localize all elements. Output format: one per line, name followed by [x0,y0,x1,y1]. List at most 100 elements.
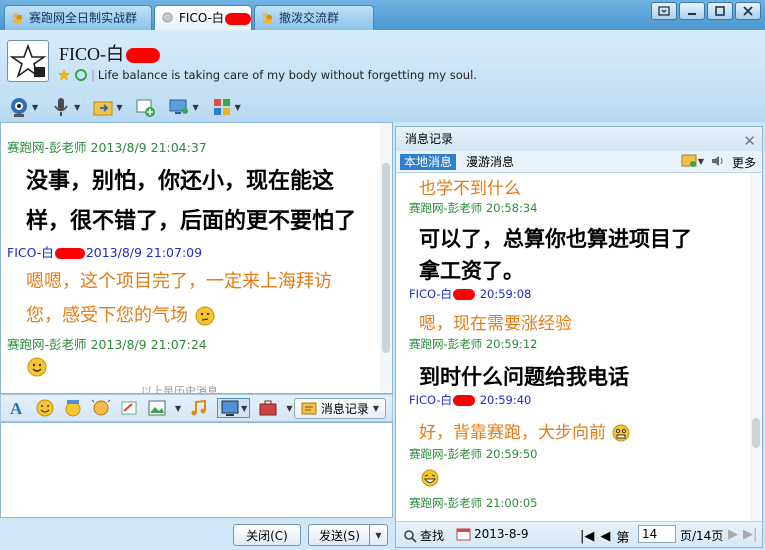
editor-toolbar: A ▼ ▼ ▼ 消息记录 ▼ [0,394,393,422]
group-icon [262,12,273,24]
shake-window-icon[interactable] [91,398,111,418]
thinking-emoji-icon [195,306,215,326]
last-page-icon[interactable]: ▶| [743,527,757,542]
message-record-label: 消息记录 [320,402,369,416]
history-filter-button[interactable]: ▼ [681,154,704,168]
separator: | [91,68,95,82]
history-message-text: 到时什么问题给我电话 [419,365,629,389]
history-date: 2013-8-9 [474,527,529,541]
message-record-button[interactable]: 消息记录 ▼ [293,398,386,419]
next-page-icon[interactable]: ▶ [728,527,738,542]
history-message-text: 嗯，现在需要涨经验 [419,314,572,334]
create-discussion-button[interactable] [134,95,156,119]
message-header: 赛跑网-彭老师 2013/8/9 21:04:37 [7,137,207,156]
chevron-down-icon: ▼ [372,404,379,413]
message-text: 嗯嗯，这个项目完了，一定来上海拜访 [26,271,332,292]
magic-emoji-icon[interactable] [63,398,83,418]
apps-button[interactable]: ▼ [211,95,241,119]
page-suffix: 页/14页 [680,529,724,543]
volume-button[interactable] [710,154,726,171]
search-label: 查找 [420,529,445,543]
search-history-button[interactable]: 查找 [403,527,444,544]
contact-name-text: FICO-白 [59,44,125,64]
send-file-button[interactable]: ▼ [92,95,122,119]
history-time: 20:59:50 [485,447,538,461]
remote-assist-button[interactable]: ▼ [168,95,199,119]
calendar-icon [456,528,471,541]
scroll-thumb[interactable] [382,163,390,353]
refresh-icon[interactable] [74,68,88,82]
close-history-icon[interactable]: ✕ [743,129,756,153]
page-number-input[interactable] [638,525,676,543]
history-sender: FICO-白 [409,393,453,407]
window-menu-button[interactable] [651,2,677,20]
close-window-button[interactable] [735,2,761,20]
tab-group-chat-2[interactable]: 撤泼交流群 [254,5,374,30]
tab-bar: 赛跑网全日制实战群 FICO-白 撤泼交流群 [0,0,765,30]
emoji-icon[interactable] [35,398,55,418]
svg-text:A: A [10,399,23,418]
font-icon[interactable]: A [7,398,27,418]
send-button[interactable]: 发送(S) ▼ [308,524,388,546]
star-avatar-icon [9,43,47,79]
message-sender: FICO-白 [7,245,54,260]
chevron-down-icon: ▼ [32,102,39,112]
send-options-dropdown[interactable]: ▼ [369,525,387,545]
laugh-emoji-icon [421,469,439,487]
history-sender: FICO-白 [409,287,453,301]
previous-page-icon[interactable]: ◀ [600,529,610,544]
doodle-icon[interactable] [119,398,139,418]
message-text: 您，感受下您的气场 [26,301,216,327]
chat-scrollbar[interactable] [380,123,392,393]
message-text: 样，很不错了，后面的更不要怕了 [26,209,357,234]
chevron-down-icon: ▼ [234,102,241,112]
chevron-down-icon: ▼ [74,102,81,112]
chat-message-area[interactable]: 赛跑网-彭老师 2013/8/9 21:04:37 没事，别怕，你还小，现在能这… [0,122,393,394]
search-icon [404,529,417,543]
history-panel-title: 消息记录 ✕ [396,127,762,151]
image-icon[interactable] [147,398,167,418]
message-filter-icon [681,154,697,167]
music-icon[interactable] [189,398,209,418]
message-time: 2013/8/9 21:07:09 [85,245,203,260]
chevron-down-icon[interactable]: ▼ [175,404,181,413]
history-messages-link[interactable]: 以上是历史消息 [141,383,218,393]
speaker-icon [712,156,723,166]
date-picker-button[interactable]: 2013-8-9 [456,527,528,541]
chevron-down-icon[interactable]: ▼ [286,404,292,413]
contact-header: FICO-白 | Life balance is taking care of … [0,30,765,92]
history-time: 20:59:12 [485,337,538,351]
history-time: 20:59:40 [479,393,532,407]
tab-local-messages[interactable]: 本地消息 [400,154,457,170]
history-message-header: 赛跑网-彭老师 20:59:50 [409,446,537,462]
voice-call-button[interactable]: ▼ [50,95,80,119]
history-scrollbar[interactable] [750,173,762,521]
history-sender: 赛跑网-彭老师 [409,337,483,351]
video-call-button[interactable]: ▼ [8,95,38,119]
bottom-button-bar: 关闭(C) 发送(S) ▼ [0,518,393,550]
minimize-button[interactable] [679,2,705,20]
message-header: FICO-白 2013/8/9 21:07:09 [7,242,202,261]
message-sender: 赛跑网-彭老师 [7,140,87,155]
screen-share-icon [169,99,189,114]
maximize-button[interactable] [707,2,733,20]
first-page-icon[interactable]: |◀ [580,529,594,544]
more-button[interactable]: 更多 [732,154,756,171]
avatar[interactable] [7,40,49,82]
tab-contact-fico[interactable]: FICO-白 [154,5,252,30]
contact-name[interactable]: FICO-白 [59,40,161,66]
scroll-thumb[interactable] [752,418,760,448]
history-message-text: 也学不到什么 [419,179,521,199]
message-sender: 赛跑网-彭老师 [7,337,87,352]
screenshot-button[interactable]: ▼ [217,398,251,418]
folder-transfer-icon [93,101,113,116]
message-text: 没事，别怕，你还小，现在能这 [26,169,335,194]
tab-roaming-messages[interactable]: 漫游消息 [462,154,518,170]
message-input[interactable] [0,422,393,518]
redaction-mark [54,248,85,259]
window-controls [651,2,761,20]
briefcase-icon[interactable] [258,398,278,418]
close-button[interactable]: 关闭(C) [233,524,301,546]
history-panel: 消息记录 ✕ 本地消息 漫游消息 ▼ 更多 也学不到什么 赛跑网-彭老师 20:… [395,126,763,548]
tab-group-chat[interactable]: 赛跑网全日制实战群 [4,5,152,30]
